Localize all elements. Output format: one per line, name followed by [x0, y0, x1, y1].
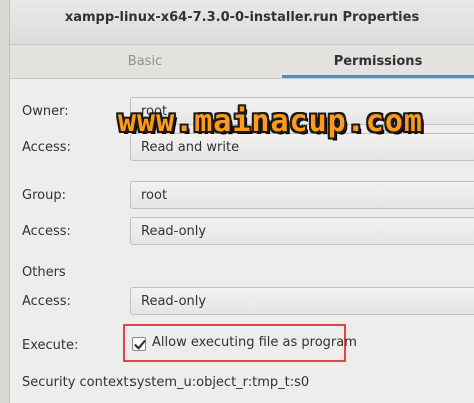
execute-label: Execute: [22, 338, 79, 353]
security-context-value: system_u:object_r:tmp_t:s0 [130, 375, 310, 390]
checkmark-icon [134, 340, 146, 350]
owner-label: Owner: [22, 104, 69, 119]
tab-permissions[interactable]: Permissions [282, 45, 474, 78]
security-context-label: Security context: [22, 375, 133, 390]
group-label: Group: [22, 188, 66, 203]
execute-checkbox[interactable] [132, 337, 146, 351]
watermark-overlay: www.mainacup.com [118, 104, 423, 139]
window-title: xampp-linux-x64-7.3.0-0-installer.run Pr… [64, 10, 420, 25]
properties-window: xampp-linux-x64-7.3.0-0-installer.run Pr… [0, 0, 474, 403]
title-bar[interactable]: xampp-linux-x64-7.3.0-0-installer.run Pr… [10, 0, 474, 45]
background-window-edge [0, 0, 10, 403]
group-access-dropdown[interactable]: Read-only [130, 217, 474, 245]
tab-bar: Basic Permissions [10, 45, 474, 79]
others-label: Others [22, 265, 66, 280]
group-access-label: Access: [22, 224, 71, 239]
group-dropdown[interactable]: root [130, 181, 474, 209]
others-access-dropdown[interactable]: Read-only [130, 287, 474, 315]
owner-access-label: Access: [22, 140, 71, 155]
tab-basic[interactable]: Basic [10, 45, 280, 78]
others-access-label: Access: [22, 294, 71, 309]
execute-checkbox-label[interactable]: Allow executing file as program [152, 335, 357, 350]
